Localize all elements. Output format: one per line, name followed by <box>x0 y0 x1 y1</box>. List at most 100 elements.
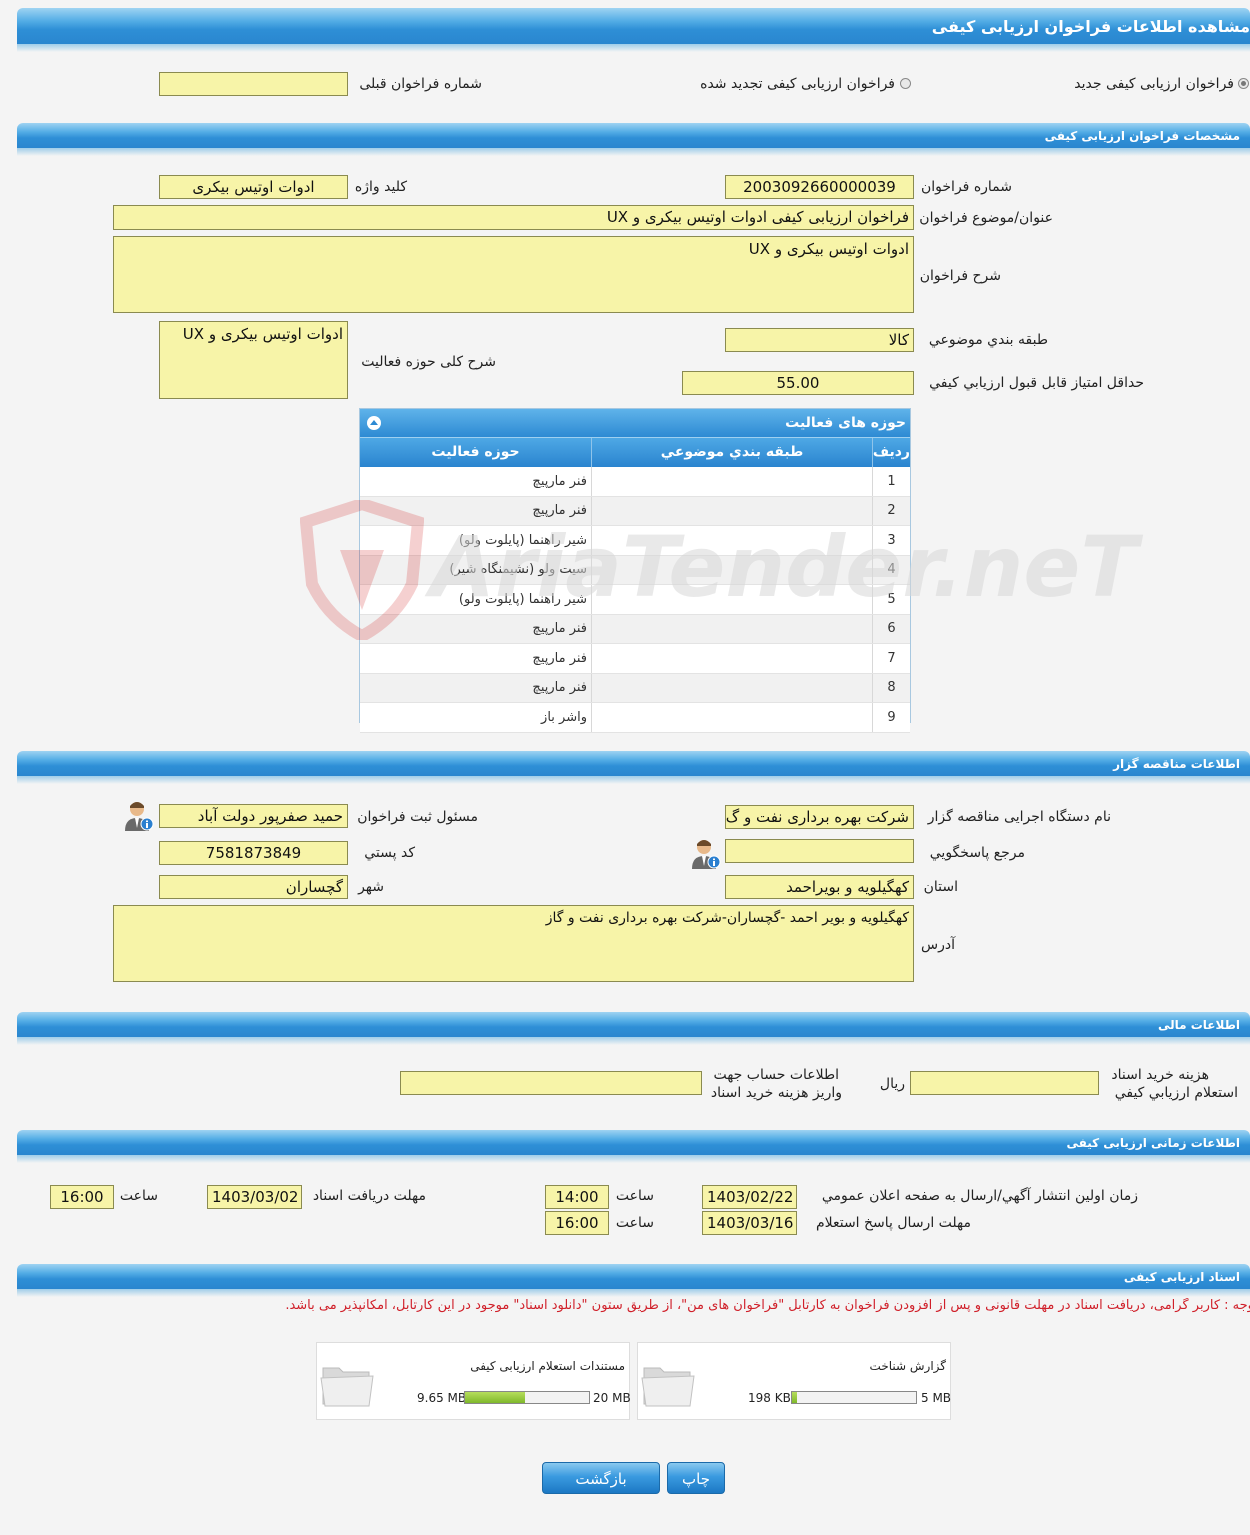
currency-label: ريال <box>879 1076 905 1092</box>
description-field[interactable]: ادوات اوتیس بیکری و UX <box>113 236 914 313</box>
activity-desc-field[interactable]: ادوات اوتیس بیکری و UX <box>159 321 348 399</box>
doc-cost-label-1: هزینه خرید اسناد <box>1111 1067 1209 1083</box>
activity-table-title: حوزه های فعالیت <box>785 415 906 431</box>
row-category <box>591 643 873 674</box>
city-field[interactable]: گچساران <box>159 875 348 899</box>
documents-notice: توجه : کاربر گرامی، دریافت اسناد در مهلت… <box>285 1298 1250 1313</box>
row-category <box>591 614 873 644</box>
publish-time-field[interactable]: 14:00 <box>545 1185 609 1209</box>
doc-cost-field[interactable] <box>910 1071 1099 1095</box>
collapse-icon[interactable] <box>367 416 381 430</box>
province-label: استان <box>923 879 958 895</box>
doc-tile-inquiry-docs[interactable]: مستندات استعلام ارزیابی کیفی 9.65 MB 20 … <box>316 1342 631 1420</box>
row-field: فنر مارپیچ <box>360 467 592 497</box>
reply-hour-label: ساعت <box>615 1215 654 1231</box>
folder-icon <box>640 1358 696 1410</box>
row-number: 1 <box>872 467 910 497</box>
doc-progress-1 <box>791 1391 917 1404</box>
doc-deadline-date-field[interactable]: 1403/03/02 <box>207 1185 302 1209</box>
doc-progress-2 <box>464 1391 590 1404</box>
category-field[interactable]: کالا <box>725 328 914 352</box>
radio-renewed-call[interactable] <box>900 78 911 89</box>
prev-number-label: شماره فراخوان قبلی <box>359 76 482 92</box>
prev-number-field[interactable] <box>159 72 348 96</box>
registrar-label: مسئول ثبت فراخوان <box>357 809 478 825</box>
section-title-tenderer: اطلاعات مناقصه گزار <box>1113 757 1240 771</box>
org-field[interactable]: شرکت بهره برداری نفت و گ <box>725 805 914 829</box>
print-button[interactable]: چاپ <box>667 1462 725 1494</box>
province-field[interactable]: کهگیلویه و بویراحمد <box>725 875 914 899</box>
page-header-bar: مشاهده اطلاعات فراخوان ارزیابی کیفی <box>17 8 1250 52</box>
renewed-call-label: فراخوان ارزیابی کیفی تجدید شده <box>700 76 895 92</box>
section-title-specs: مشخصات فراخوان ارزیابی کیفی <box>1044 129 1240 143</box>
row-number: 9 <box>872 702 910 733</box>
call-number-field[interactable]: 2003092660000039 <box>725 175 914 199</box>
category-label: طبقه بندي موضوعي <box>928 332 1048 348</box>
table-row: 1 فنر مارپیچ <box>360 467 910 497</box>
doc-name-2[interactable]: مستندات استعلام ارزیابی کیفی <box>470 1359 625 1373</box>
new-call-label: فراخوان ارزیابی کیفی جدید <box>1074 76 1234 92</box>
account-label-1: اطلاعات حساب جهت <box>713 1067 839 1083</box>
row-category <box>591 702 873 733</box>
page-title: مشاهده اطلاعات فراخوان ارزیابی کیفی <box>931 17 1250 36</box>
org-label: نام دستگاه اجرایی مناقصه گزار <box>927 809 1111 825</box>
activity-table-colheaders: ردیف طبقه بندي موضوعي حوزه فعالیت <box>360 437 910 467</box>
doc-size-1: 198 KB <box>748 1391 791 1405</box>
call-number-label: شماره فراخوان <box>921 179 1012 195</box>
reference-user-icon[interactable] <box>691 838 721 870</box>
section-bar-tenderer: اطلاعات مناقصه گزار <box>17 751 1250 784</box>
account-label-2: واریز هزینه خرید اسناد <box>710 1085 842 1101</box>
keyword-field[interactable]: ادوات اوتیس بیکری <box>159 175 348 199</box>
section-bar-specs: مشخصات فراخوان ارزیابی کیفی <box>17 123 1250 156</box>
table-row: 8 فنر مارپیچ <box>360 673 910 703</box>
row-field: فنر مارپیچ <box>360 643 592 674</box>
subject-field[interactable]: فراخوان ارزیابی کیفی ادوات اوتیس بیکری و… <box>113 205 914 230</box>
doc-cost-label-2: استعلام ارزيابي کيفي <box>1114 1085 1238 1101</box>
reference-field[interactable] <box>725 839 914 863</box>
col-header-field: حوزه فعالیت <box>431 444 520 460</box>
reply-deadline-time-field[interactable]: 16:00 <box>545 1211 609 1235</box>
user-info-icon[interactable] <box>124 800 154 832</box>
publish-hour-label: ساعت <box>615 1188 654 1204</box>
doc-max-2: 20 MB <box>593 1391 631 1405</box>
doc-deadline-hour-label: ساعت <box>119 1188 158 1204</box>
section-title-documents: اسناد ارزیابی کیفی <box>1123 1270 1240 1284</box>
row-number: 8 <box>872 673 910 703</box>
doc-deadline-label: مهلت دریافت اسناد <box>312 1188 426 1204</box>
doc-size-2: 9.65 MB <box>417 1391 467 1405</box>
watermark-logo <box>299 497 425 643</box>
description-label: شرح فراخوان <box>919 268 1001 284</box>
postal-label: کد پستي <box>364 845 415 861</box>
activity-desc-label: شرح کلی حوزه فعالیت <box>361 354 496 370</box>
keyword-label: کلید واژه <box>354 179 407 195</box>
doc-deadline-time-field[interactable]: 16:00 <box>50 1185 114 1209</box>
min-score-field[interactable]: 55.00 <box>682 371 914 395</box>
reference-label: مرجع پاسخگويي <box>929 845 1025 861</box>
col-header-category: طبقه بندي موضوعي <box>660 444 804 460</box>
doc-max-1: 5 MB <box>921 1391 952 1405</box>
table-row: 7 فنر مارپیچ <box>360 643 910 674</box>
account-field[interactable] <box>400 1071 702 1095</box>
publish-date-field[interactable]: 1403/02/22 <box>702 1185 797 1209</box>
section-bar-documents: اسناد ارزیابی کیفی <box>17 1264 1250 1297</box>
doc-name-1[interactable]: گزارش شناخت <box>870 1359 946 1373</box>
city-label: شهر <box>358 879 384 895</box>
section-title-financial: اطلاعات مالی <box>1157 1018 1240 1032</box>
folder-icon <box>319 1358 375 1410</box>
reply-deadline-date-field[interactable]: 1403/03/16 <box>702 1211 797 1235</box>
row-field: فنر مارپیچ <box>360 673 592 703</box>
address-label: آدرس <box>921 937 955 953</box>
subject-label: عنوان/موضوع فراخوان <box>919 210 1053 226</box>
row-category <box>591 467 873 497</box>
reply-deadline-label: مهلت ارسال پاسخ استعلام <box>815 1215 971 1231</box>
postal-field[interactable]: 7581873849 <box>159 841 348 865</box>
back-button[interactable]: بازگشت <box>542 1462 660 1494</box>
address-field[interactable]: کهگیلویه و بویر احمد -گچساران-شرکت بهره … <box>113 905 914 982</box>
publish-label: زمان اولین انتشار آگهي/ارسال به صفحه اعل… <box>821 1188 1138 1204</box>
doc-tile-knowledge-report[interactable]: گزارش شناخت 198 KB 5 MB <box>637 1342 951 1420</box>
table-row: 6 فنر مارپیچ <box>360 614 910 644</box>
registrar-field[interactable]: حمید صفرپور دولت آباد <box>159 804 348 828</box>
section-title-timing: اطلاعات زمانی ارزیابی کیفی <box>1066 1136 1240 1150</box>
radio-new-call[interactable] <box>1238 78 1249 89</box>
watermark-text: AriaTender.neT <box>430 518 1138 616</box>
